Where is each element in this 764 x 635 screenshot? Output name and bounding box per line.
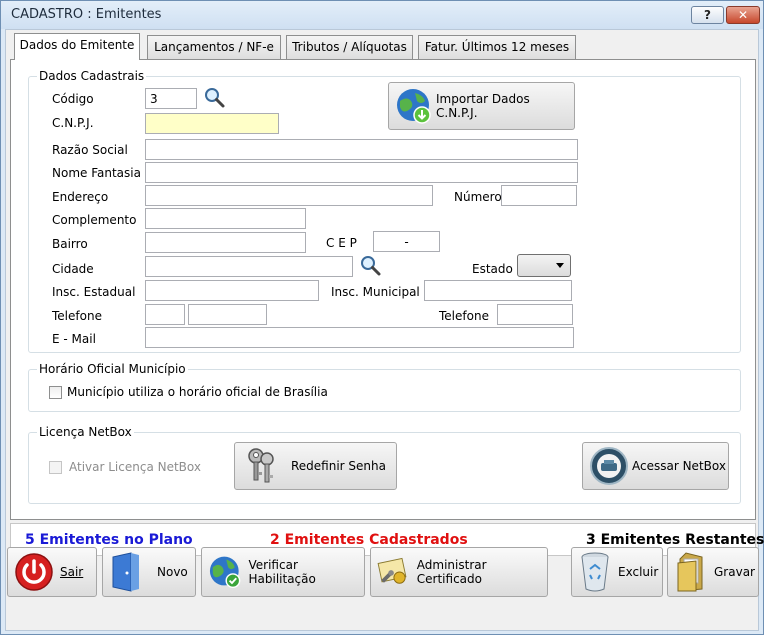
close-icon: ✕ — [737, 8, 749, 22]
cnpj-label: C.N.P.J. — [52, 116, 94, 130]
ativar-licenca-label: Ativar Licença NetBox — [69, 460, 201, 474]
close-button[interactable]: ✕ — [726, 6, 760, 24]
cidade-field[interactable] — [145, 256, 353, 277]
sair-button[interactable]: Sair — [7, 547, 97, 597]
telefone-2-field[interactable] — [497, 304, 573, 325]
excluir-label: Excluir — [618, 565, 659, 579]
estado-select[interactable] — [517, 254, 571, 277]
verificar-habilitacao-button[interactable]: Verificar Habilitação — [201, 547, 365, 597]
cep-label: C E P — [326, 236, 357, 250]
endereco-label: Endereço — [52, 190, 109, 204]
main-window: CADASTRO : Emitentes ? ✕ Dados do Emiten… — [0, 0, 764, 635]
keys-icon — [248, 448, 274, 483]
telefone-ddd-field[interactable] — [145, 304, 185, 325]
redefinir-senha-label: Redefinir Senha — [291, 459, 386, 473]
group-title: Licença NetBox — [37, 425, 134, 439]
horario-checkbox[interactable] — [49, 386, 62, 399]
email-field[interactable] — [145, 327, 574, 348]
cidade-label: Cidade — [52, 262, 94, 276]
tab-dados-emitente[interactable]: Dados do Emitente — [14, 33, 140, 60]
administrar-certificado-button[interactable]: Administrar Certificado — [370, 547, 548, 597]
tab-faturamento[interactable]: Fatur. Últimos 12 meses — [418, 35, 576, 59]
telefone-field[interactable] — [188, 304, 267, 325]
door-icon — [112, 552, 139, 592]
codigo-label: Código — [52, 92, 94, 106]
novo-button[interactable]: Novo — [102, 547, 196, 597]
help-icon: ? — [704, 8, 711, 22]
razao-social-label: Razão Social — [52, 143, 128, 157]
import-cnpj-label: Importar Dados C.N.P.J. — [436, 92, 530, 120]
telefone-label: Telefone — [52, 309, 102, 323]
horario-checkbox-label: Município utiliza o horário oficial de B… — [67, 385, 328, 399]
magnifier-icon[interactable] — [360, 255, 382, 277]
complemento-field[interactable] — [145, 208, 306, 229]
codigo-field[interactable] — [145, 88, 197, 109]
ativar-licenca-checkbox[interactable] — [49, 461, 62, 474]
razao-social-field[interactable] — [145, 139, 578, 160]
power-icon — [15, 553, 53, 591]
redefinir-senha-button[interactable]: Redefinir Senha — [234, 442, 397, 490]
estado-label: Estado — [472, 262, 513, 276]
window-title: CADASTRO : Emitentes — [11, 7, 162, 22]
complemento-label: Complemento — [52, 213, 137, 227]
verificar-habilitacao-label: Verificar Habilitação — [248, 558, 316, 586]
nome-fantasia-label: Nome Fantasia — [52, 166, 141, 180]
gravar-button[interactable]: Gravar — [667, 547, 759, 597]
emitentes-cadastrados-text: 2 Emitentes Cadastrados — [270, 532, 468, 548]
chevron-down-icon — [556, 263, 564, 268]
bairro-label: Bairro — [52, 237, 88, 251]
sair-label: Sair — [60, 565, 84, 579]
telefone-2-label: Telefone — [439, 309, 489, 323]
group-title: Dados Cadastrais — [37, 69, 147, 83]
tab-tributos[interactable]: Tributos / Alíquotas — [286, 35, 413, 59]
bairro-field[interactable] — [145, 232, 306, 253]
gravar-label: Gravar — [714, 565, 755, 579]
folder-icon — [677, 552, 703, 592]
insc-estadual-field[interactable] — [145, 280, 319, 301]
group-title: Horário Oficial Município — [37, 362, 188, 376]
netbox-icon — [590, 447, 628, 485]
numero-label: Número — [454, 190, 502, 204]
client-area: Dados do Emitente Lançamentos / NF-e Tri… — [5, 29, 764, 631]
insc-municipal-field[interactable] — [424, 280, 572, 301]
email-label: E - Mail — [52, 332, 96, 346]
nome-fantasia-field[interactable] — [145, 162, 578, 183]
certificate-icon — [377, 557, 407, 584]
emitentes-plano-text: 5 Emitentes no Plano — [25, 532, 193, 548]
emitentes-restantes-text: 3 Emitentes Restantes — [586, 532, 764, 548]
import-cnpj-button[interactable]: Importar Dados C.N.P.J. — [388, 82, 575, 130]
title-bar: CADASTRO : Emitentes ? ✕ — [1, 1, 763, 29]
insc-municipal-label: Insc. Municipal — [331, 285, 420, 299]
cep-field[interactable] — [373, 231, 440, 252]
insc-estadual-label: Insc. Estadual — [52, 285, 136, 299]
tab-panel: Dados Cadastrais Código Importar Dados C… — [10, 59, 756, 520]
numero-field[interactable] — [501, 185, 577, 206]
recycle-bin-icon — [581, 552, 609, 592]
acessar-netbox-button[interactable]: Acessar NetBox — [582, 442, 729, 490]
globe-check-icon — [209, 556, 241, 589]
administrar-certificado-label: Administrar Certificado — [416, 558, 487, 586]
globe-download-icon — [397, 89, 431, 124]
novo-label: Novo — [157, 565, 188, 579]
excluir-button[interactable]: Excluir — [571, 547, 663, 597]
endereco-field[interactable] — [145, 185, 433, 206]
acessar-netbox-label: Acessar NetBox — [632, 459, 726, 473]
help-button[interactable]: ? — [691, 6, 724, 24]
magnifier-icon[interactable] — [204, 87, 226, 109]
cnpj-field[interactable] — [145, 113, 279, 134]
tab-lancamentos[interactable]: Lançamentos / NF-e — [147, 35, 281, 59]
